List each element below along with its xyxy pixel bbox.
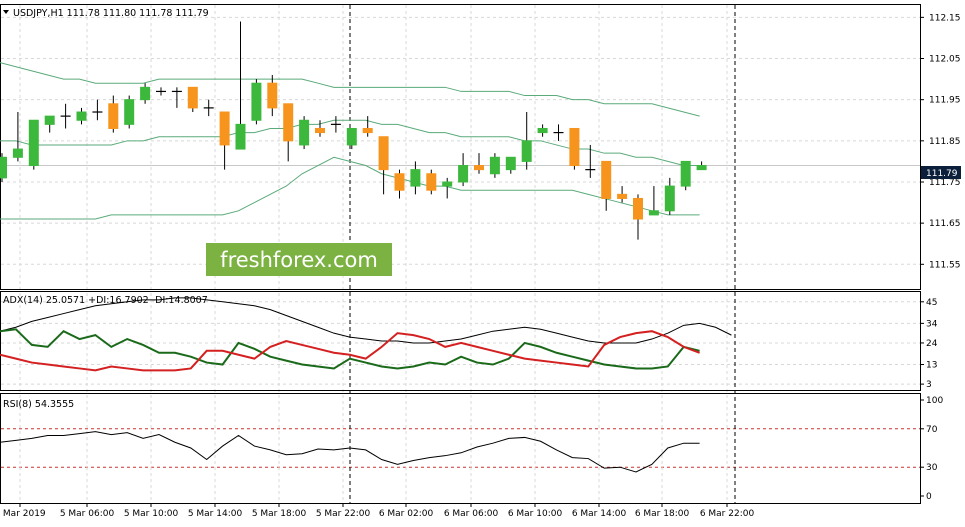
candle-bear (569, 127, 580, 167)
price-tick-label: 111.55 (929, 260, 961, 270)
candle-bull (489, 156, 500, 175)
rsi-lines (0, 431, 700, 473)
candle-bear (362, 127, 373, 134)
current-price-label: 111.79 (926, 169, 958, 179)
symbol-header: USDJPY,H1 111.78 111.80 111.78 111.79 (13, 8, 209, 19)
candle-bull (346, 127, 357, 146)
time-tick-label: 6 Mar 2019 (0, 509, 46, 519)
adx-header: ADX(14) 25.0571 +DI:16.7902 -DI:14.8007 (3, 295, 208, 306)
candle-bear (426, 173, 437, 191)
candle-bull (505, 156, 516, 171)
candle-bull (12, 148, 23, 158)
price-tick-label: 111.65 (929, 219, 961, 229)
candle-bear (617, 193, 628, 199)
rsi-tick-label: 100 (926, 396, 943, 406)
candle-bull (696, 165, 707, 171)
price-axis: 112.15 112.05 111.95 111.85 111.75 111.65 111.… (920, 13, 961, 502)
candle-bear (633, 197, 643, 220)
time-tick-label: 6 Mar 02:00 (379, 509, 434, 519)
candle-bull (124, 99, 135, 125)
candle-bull (251, 82, 262, 121)
price-tick-label: 112.05 (929, 55, 961, 65)
candle-bull (0, 156, 7, 179)
candle-bear (108, 103, 119, 129)
adx-tick-label: 24 (926, 339, 938, 349)
time-tick-label: 5 Mar 18:00 (252, 509, 307, 519)
price-tick-label: 111.85 (929, 137, 961, 147)
time-axis: 6 Mar 2019 5 Mar 06:00 5 Mar 10:00 5 Mar 14… (0, 503, 754, 519)
rsi-pane[interactable] (0, 393, 921, 504)
time-tick-label: 6 Mar 10:00 (508, 509, 563, 519)
candle-bull (537, 127, 548, 134)
time-tick-label: 6 Mar 06:00 (444, 509, 499, 519)
time-tick-label: 5 Mar 06:00 (60, 509, 115, 519)
time-tick-label: 6 Mar 14:00 (572, 509, 627, 519)
price-tick-label: 112.15 (929, 13, 961, 23)
time-tick-label: 6 Mar 18:00 (635, 509, 690, 519)
candle-bear (187, 86, 198, 109)
candle-bull (442, 181, 453, 187)
time-tick-label: 5 Mar 14:00 (188, 509, 243, 519)
candle-bear (394, 173, 405, 191)
candle-bull (458, 165, 469, 183)
adx-tick-label: 13 (926, 361, 937, 371)
adx-pane[interactable] (0, 291, 921, 391)
time-tick-label: 5 Mar 10:00 (124, 509, 179, 519)
candle-bear (219, 111, 230, 146)
price-tick-label: 111.75 (929, 178, 961, 188)
candle-bull (410, 169, 421, 187)
candle-bull (664, 185, 675, 212)
candle-bull (140, 86, 151, 101)
candle-bear (601, 160, 612, 199)
rsi-tick-label: 30 (926, 463, 938, 473)
rsi-header: RSI(8) 54.3555 (3, 399, 74, 410)
adx-tick-label: 34 (926, 319, 938, 329)
watermark-text: freshforex.com (220, 248, 378, 272)
adx-lines (0, 297, 732, 372)
price-pane[interactable] (0, 4, 921, 290)
rsi-tick-label: 0 (926, 492, 932, 502)
time-tick-label: 5 Mar 22:00 (316, 509, 371, 519)
adx-tick-label: 45 (926, 298, 937, 308)
candle-bear (315, 127, 325, 134)
price-tick-label: 111.95 (929, 96, 961, 106)
trading-chart[interactable]: 112.15 112.05 111.95 111.85 111.75 111.65 111.… (0, 0, 965, 527)
candle-bull (235, 123, 246, 150)
candle-bull (28, 119, 39, 167)
adx-tick-label: 3 (926, 380, 932, 390)
candle-bull (44, 115, 55, 125)
candle-bull (521, 140, 532, 162)
candle-bull (76, 111, 87, 121)
candle-bear (474, 165, 484, 171)
rsi-tick-label: 70 (926, 425, 938, 435)
time-tick-label: 6 Mar 22:00 (700, 509, 755, 519)
candle-bear (267, 82, 278, 109)
candle-bull (648, 210, 659, 216)
candle-bull (299, 119, 310, 146)
rsi-line (0, 431, 700, 473)
grid-lines (1, 5, 920, 503)
triangle-down-icon[interactable] (3, 10, 9, 14)
candle-bull (680, 160, 691, 187)
candles (0, 21, 707, 240)
candle-bear (378, 136, 389, 171)
candle-bear (283, 103, 294, 142)
